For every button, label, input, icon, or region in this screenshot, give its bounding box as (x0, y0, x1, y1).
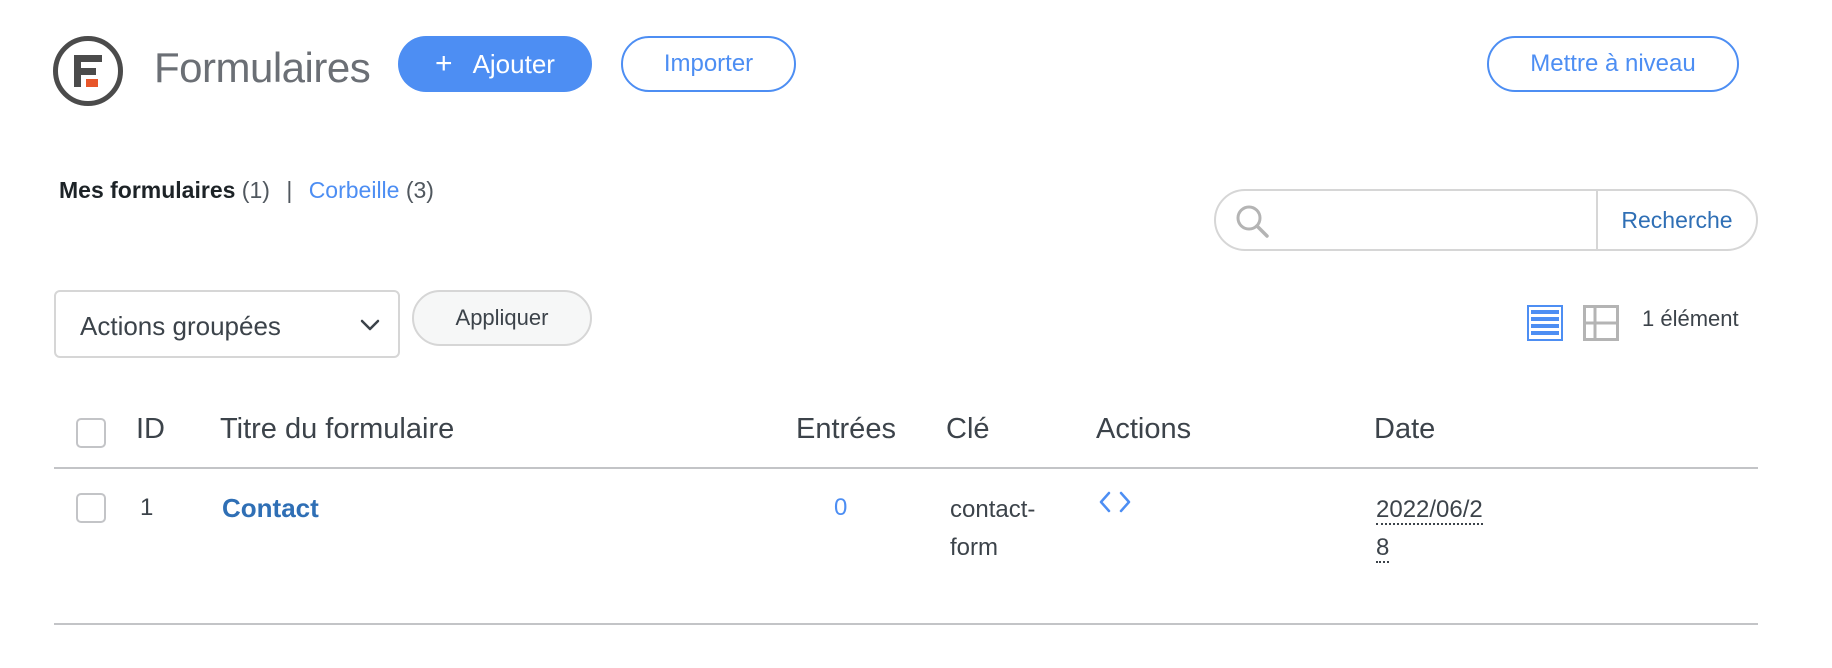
filter-separator: | (286, 177, 293, 203)
items-count: 1 élément (1642, 306, 1739, 331)
filter-my-forms-count: (1) (241, 177, 270, 203)
bulk-actions-selected: Actions groupées (80, 311, 281, 341)
column-header-id[interactable]: ID (136, 413, 165, 446)
search-input[interactable] (1282, 191, 1616, 249)
row-id: 1 (140, 494, 154, 521)
filter-trash-count: (3) (405, 177, 434, 203)
table-row: 1 Contact 0 contact-form 2022/06/28 (54, 469, 1758, 625)
embed-code-icon[interactable] (1098, 488, 1132, 523)
form-title-link[interactable]: Contact (222, 493, 319, 524)
chevron-down-icon (358, 315, 382, 340)
filter-trash[interactable]: Corbeille (309, 177, 400, 203)
apply-bulk-button[interactable]: Appliquer (412, 290, 592, 346)
table-header: ID Titre du formulaire Entrées Clé Actio… (54, 400, 1758, 469)
upgrade-button[interactable]: Mettre à niveau (1487, 36, 1739, 92)
form-key: contact-form (950, 496, 1036, 561)
list-view-icon[interactable] (1527, 305, 1563, 346)
search-icon (1232, 201, 1272, 246)
add-form-label: Ajouter (472, 48, 555, 79)
column-header-title[interactable]: Titre du formulaire (220, 413, 454, 446)
form-status-filters: Mes formulaires (1) | Corbeille (3) (59, 177, 434, 204)
column-header-actions: Actions (1096, 413, 1192, 445)
add-form-button[interactable]: + Ajouter (398, 36, 592, 92)
formidable-logo-icon (74, 55, 102, 87)
row-checkbox[interactable] (76, 493, 106, 523)
plus-icon: + (435, 47, 453, 80)
search-button[interactable]: Recherche (1596, 191, 1756, 249)
import-button[interactable]: Importer (621, 36, 796, 92)
column-header-key[interactable]: Clé (946, 413, 990, 446)
search-box: Recherche (1214, 189, 1758, 251)
excerpt-view-icon[interactable] (1583, 305, 1619, 346)
form-date: 2022/06/28 (1376, 491, 1492, 567)
formidable-logo (53, 36, 123, 106)
column-header-date[interactable]: Date (1374, 413, 1435, 446)
form-date-value: 2022/06/28 (1376, 496, 1483, 563)
column-header-entries[interactable]: Entrées (796, 413, 896, 446)
bulk-actions-select[interactable]: Actions groupées (54, 290, 400, 358)
filter-my-forms[interactable]: Mes formulaires (59, 177, 235, 203)
select-all-checkbox[interactable] (76, 418, 106, 448)
entries-count-link[interactable]: 0 (834, 494, 847, 522)
page-title: Formulaires (154, 44, 371, 91)
